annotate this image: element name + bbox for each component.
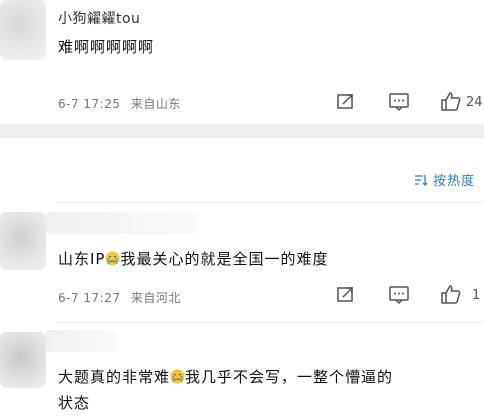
share-icon[interactable]: [336, 285, 356, 307]
sort-by-hot-button[interactable]: 按热度: [414, 170, 475, 189]
comment-username[interactable]: 小狗糴糴tou: [58, 8, 140, 28]
crying-face-emoji: [105, 251, 120, 266]
comment-text-prefix: 大题真的非常难: [58, 368, 171, 386]
comment-text-suffix: 我几乎不会写，一整个懵逼的: [185, 368, 394, 386]
avatar[interactable]: [0, 332, 46, 388]
divider: [56, 202, 484, 203]
sort-icon: [414, 174, 433, 189]
crying-face-emoji: [170, 369, 185, 384]
like-count: 1: [472, 288, 481, 303]
comment-meta: 6-7 17:27 来自河北: [58, 289, 181, 306]
avatar[interactable]: [0, 212, 46, 270]
comment-text-line2: 状态: [58, 394, 91, 412]
comment-location: 来自河北: [130, 291, 181, 305]
comment-text-suffix: 我最关心的就是全国一的难度: [120, 250, 329, 268]
comment-location: 来自山东: [130, 97, 181, 111]
comment-username-blurred[interactable]: [46, 212, 196, 234]
comment-username-blurred[interactable]: [46, 330, 116, 352]
sort-label: 按热度: [433, 174, 476, 189]
divider: [56, 322, 484, 323]
comment-text: 山东IP 我最关心的就是全国一的难度: [58, 248, 329, 269]
comment-time: 6-7 17:27: [58, 291, 121, 305]
thumbs-up-icon[interactable]: [440, 90, 462, 116]
comment-text: 难啊啊啊啊啊: [58, 38, 155, 56]
section-divider: [0, 124, 484, 138]
thumbs-up-icon[interactable]: [440, 283, 462, 309]
comment-meta: 6-7 17:25 来自山东: [58, 95, 181, 112]
comment-text: 大题真的非常难 我几乎不会写，一整个懵逼的: [58, 366, 393, 387]
like-count: 24: [466, 95, 483, 110]
comment-icon[interactable]: [388, 92, 410, 116]
comment-text-prefix: 山东IP: [58, 250, 106, 268]
comment-icon[interactable]: [388, 285, 410, 309]
share-icon[interactable]: [336, 92, 356, 114]
avatar[interactable]: [0, 0, 46, 60]
comment-time: 6-7 17:25: [58, 97, 121, 111]
